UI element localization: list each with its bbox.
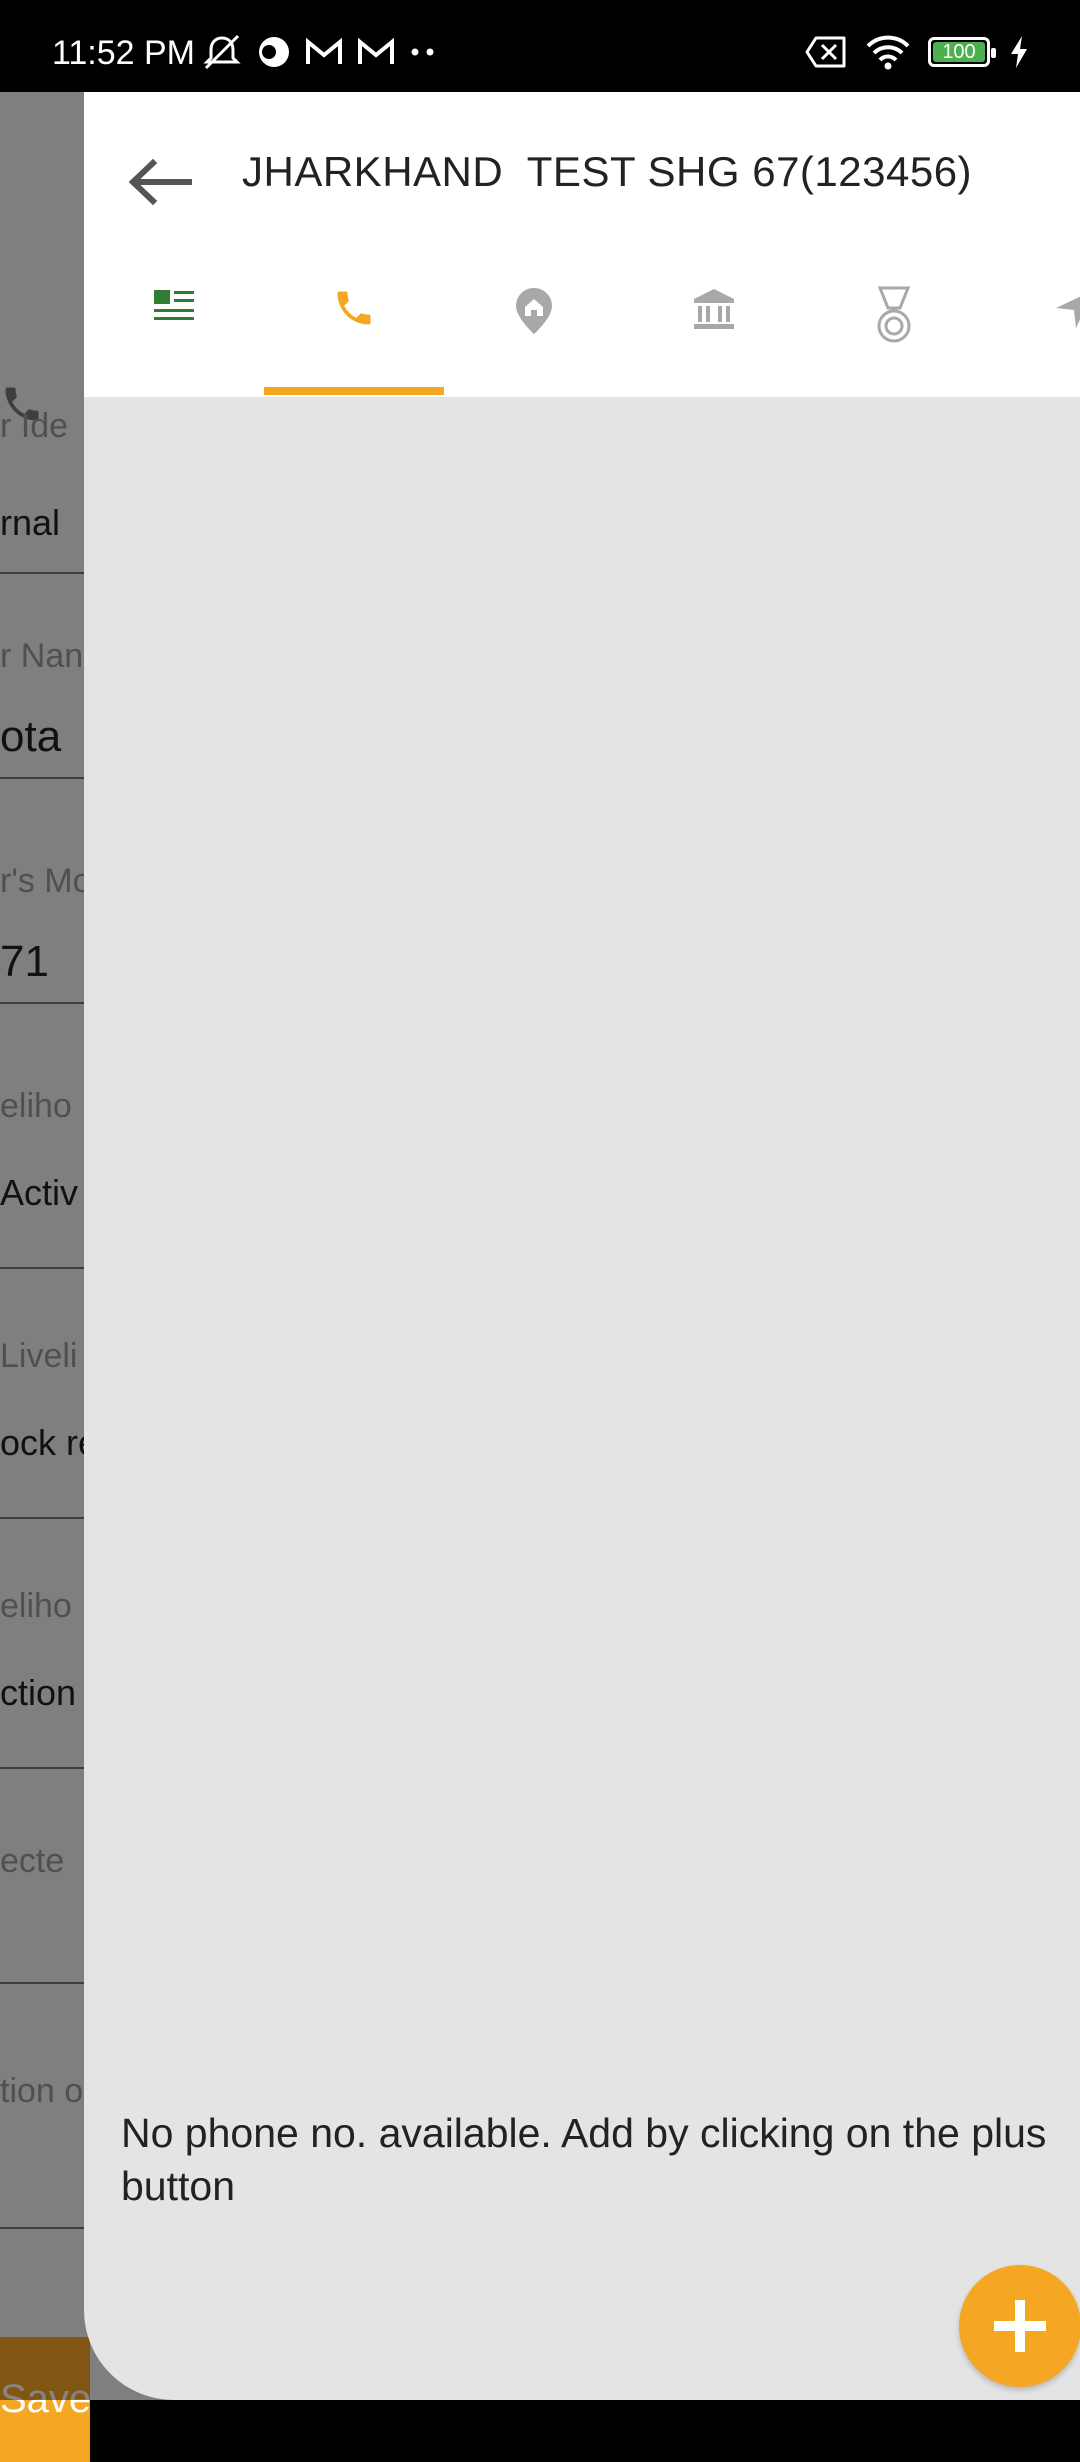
empty-state-message: No phone no. available. Add by clicking … xyxy=(121,2110,1047,2209)
battery-icon: 100 xyxy=(928,37,996,67)
tab-address[interactable] xyxy=(444,282,624,397)
phone-icon xyxy=(337,291,371,325)
gmail-icon xyxy=(306,37,342,64)
list-details-icon xyxy=(154,290,194,320)
page-title: JHARKHAND TEST SHG 67(123456) xyxy=(242,148,973,195)
arrow-left-icon xyxy=(128,158,192,206)
system-icons: 100 xyxy=(804,32,1030,72)
app-icon xyxy=(259,37,289,67)
status-bar: 11:52 PM 100 xyxy=(0,0,1080,92)
tab-award[interactable] xyxy=(804,282,984,397)
plus-icon xyxy=(994,2300,1046,2352)
tab-bar xyxy=(84,282,1080,397)
status-time: 11:52 PM xyxy=(52,34,196,72)
bank-icon xyxy=(694,289,734,329)
arrow-icon xyxy=(1056,296,1080,328)
tab-phone[interactable] xyxy=(264,282,444,397)
drawer-header: JHARKHAND TEST SHG 67(123456) xyxy=(84,92,1080,397)
home-location-icon xyxy=(516,288,552,334)
tab-more[interactable] xyxy=(984,282,1080,397)
battery-level: 100 xyxy=(942,40,976,63)
gmail-icon xyxy=(358,37,394,64)
phone-drawer: JHARKHAND TEST SHG 67(123456) No phone n… xyxy=(84,92,1080,2400)
back-button[interactable] xyxy=(120,142,200,222)
tab-indicator xyxy=(264,387,444,395)
add-phone-button[interactable] xyxy=(959,2265,1080,2387)
tab-bank[interactable] xyxy=(624,282,804,397)
wifi-icon xyxy=(866,35,910,70)
charging-icon xyxy=(1011,36,1027,68)
more-dots-icon xyxy=(411,48,434,56)
tab-basic-details[interactable] xyxy=(84,282,264,397)
mute-icon xyxy=(203,34,241,70)
medal-icon xyxy=(877,286,911,343)
sim-x-icon xyxy=(805,36,846,68)
notification-icons xyxy=(200,32,438,72)
